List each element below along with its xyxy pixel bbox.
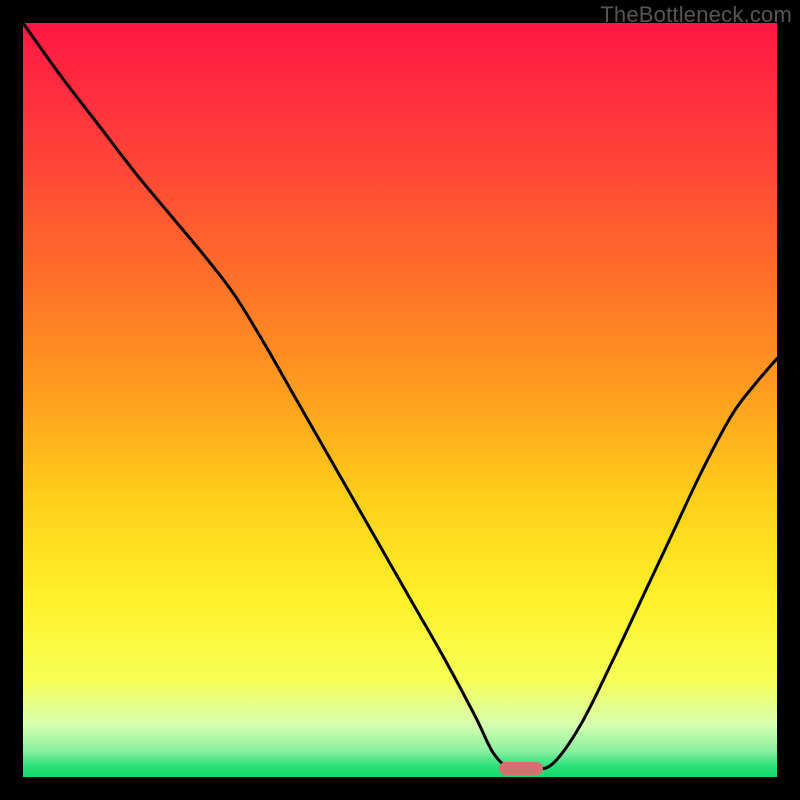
curve-path [23, 23, 777, 771]
chart-frame: TheBottleneck.com [0, 0, 800, 800]
optimal-marker [499, 762, 543, 775]
plot-area [23, 23, 777, 777]
bottleneck-curve [23, 23, 777, 777]
